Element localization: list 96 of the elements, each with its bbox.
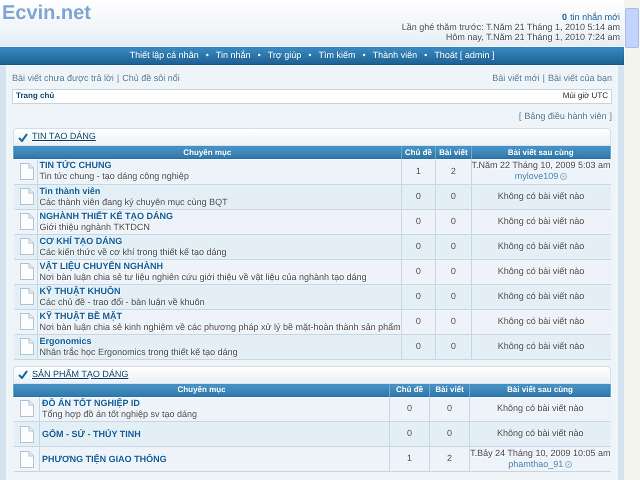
page-icon	[20, 450, 34, 468]
page-icon	[20, 263, 34, 280]
timezone-text: Múi giờ UTC	[562, 90, 608, 102]
view-post-icon[interactable]	[565, 461, 572, 468]
nav-separator: •	[206, 49, 209, 62]
forum-description: Tin tức chung - tạo dáng công nghiệp	[40, 171, 190, 182]
forum-title-link[interactable]: TIN TỨC CHUNG	[40, 160, 401, 172]
forum-title-link[interactable]: Ergonomics	[40, 336, 401, 346]
quick-link[interactable]: Chủ đề sôi nổi	[122, 72, 180, 86]
page-icon	[20, 400, 34, 418]
scrollbar-thumb[interactable]	[625, 8, 639, 48]
forum-title-link[interactable]: KỸ THUẬT BỀ MẶT	[40, 310, 401, 322]
forum-title-link[interactable]: KỸ THUẬT KHUÔN	[40, 286, 401, 296]
no-posts-text: Không có bài viết nào	[498, 190, 584, 201]
author-link[interactable]: phamthao_91	[508, 459, 564, 470]
nav-link[interactable]: Thành viên	[372, 49, 418, 63]
forum-description: Nhân trắc học Ergonomics trong thiết kế tạo dáng	[40, 346, 239, 358]
posts-count: 2	[436, 159, 472, 184]
check-icon	[18, 132, 28, 142]
nav-separator: •	[258, 49, 261, 62]
view-post-icon[interactable]	[560, 173, 568, 180]
posts-count: 2	[430, 446, 470, 472]
no-posts-text: Không có bài viết nào	[498, 216, 584, 226]
page-icon	[20, 338, 34, 355]
no-posts-text: Không có bài viết nào	[498, 340, 584, 351]
nav-separator: •	[424, 49, 428, 62]
last-post-date: T.Bảy 24 Tháng 10, 2009 10:05 am	[470, 448, 610, 459]
page-icon	[20, 162, 34, 180]
forum-title-link[interactable]: GỐM - SỨ - THỦY TINH	[42, 428, 390, 440]
new-messages-link[interactable]: tin nhắn mới	[570, 12, 620, 22]
topics-count: 0	[401, 284, 436, 309]
topics-count: 0	[401, 234, 436, 259]
nav-link[interactable]: Trợ giúp	[268, 49, 302, 63]
no-posts-text: Không có bài viết nào	[498, 290, 584, 301]
forum-description: Các kiến thức về cơ khí trong thiết kế tạo dáng	[40, 246, 228, 258]
page-icon	[20, 238, 34, 255]
forum-title-link[interactable]: ĐỒ ÁN TỐT NGHIỆP ID	[42, 398, 390, 409]
page-icon	[20, 188, 34, 205]
topics-count: 0	[401, 184, 436, 209]
forum-description: Tổng hợp đồ án tốt nghiệp sv tạo dáng	[42, 408, 198, 420]
posts-count: 0	[436, 234, 472, 259]
page-icon	[20, 313, 34, 330]
forum-description: Các thành viên đang ký chuyên mục cùng BQT	[40, 196, 229, 208]
nav-link[interactable]: Thoát [ admin ]	[434, 49, 494, 63]
nav-separator: •	[362, 49, 366, 62]
forum-description: Các chủ đề - trao đổi - bàn luận về khuôn	[40, 296, 206, 308]
author-link[interactable]: mylove109	[514, 171, 558, 182]
page-icon	[20, 426, 34, 442]
topics-count: 0	[401, 259, 436, 284]
forum-title-link[interactable]: VẬT LIỆU CHUYÊN NGHÀNH	[40, 260, 401, 272]
check-icon	[18, 370, 28, 379]
page-icon	[20, 288, 34, 305]
quick-link[interactable]: Bài viết mới	[492, 72, 540, 86]
today-text: Hôm nay, T.Năm 21 Tháng 1, 2010 7:24 am	[446, 32, 620, 42]
posts-count: 0	[436, 309, 472, 334]
page-icon	[20, 213, 34, 230]
forum-description: Nơi bàn luận chia sẻ kinh nghiệm về các phương pháp xử lý bề mặt-hoàn thành sản phẩm	[40, 322, 401, 332]
new-messages-count[interactable]: 0	[562, 12, 568, 22]
quick-link[interactable]: Bài viết chưa được trả lời	[12, 72, 114, 86]
posts-count: 0	[436, 209, 472, 234]
forum-description: Nơi bàn luận chia sẻ tư liệu nghiên cứu giới thiệu về vật liệu của nghành tạo dáng	[40, 272, 368, 282]
forum-description: Giới thiệu nghành TKTDCN	[40, 222, 151, 232]
forum-title-link[interactable]: NGHÀNH THIẾT KẾ TẠO DÁNG	[40, 210, 401, 222]
section-title-link[interactable]: SẢN PHẨM TẠO DÁNG	[32, 368, 128, 382]
no-posts-text: Không có bài viết nào	[498, 266, 584, 276]
topics-count: 0	[401, 334, 436, 359]
posts-count: 0	[436, 284, 472, 309]
forum-title-link[interactable]: CƠ KHÍ TẠO DÁNG	[40, 236, 401, 246]
scrollbar[interactable]	[624, 0, 640, 480]
link-separator: |	[542, 72, 545, 85]
last-visit-text: Lần ghé thăm trước: T.Năm 21 Tháng 1, 2010 5:14 am	[402, 22, 620, 32]
forum-title-link[interactable]: Tin thành viên	[40, 186, 401, 196]
nav-separator: •	[308, 49, 312, 62]
posts-count: 0	[436, 184, 472, 209]
bracket-text: [	[518, 110, 522, 123]
posts-count: 0	[436, 259, 472, 284]
home-link[interactable]: Trang chủ	[16, 90, 54, 102]
topics-count: 0	[401, 309, 436, 334]
section-title-link[interactable]: TIN TẠO DÁNG	[32, 130, 96, 144]
topics-count: 1	[401, 159, 436, 184]
no-posts-text: Không có bài viết nào	[496, 428, 584, 438]
nav-link[interactable]: Thiết lập cá nhân	[130, 49, 199, 63]
no-posts-text: Không có bài viết nào	[498, 316, 584, 326]
topics-count: 1	[390, 446, 430, 472]
bracket-text: ]	[609, 110, 612, 123]
topics-count: 0	[401, 209, 436, 234]
posts-count: 0	[436, 334, 472, 359]
moderator-panel-link[interactable]: Bảng điều hành viên	[524, 110, 606, 123]
last-post-date: T.Năm 22 Tháng 10, 2009 5:03 am	[472, 160, 610, 172]
link-separator: |	[116, 72, 120, 85]
no-posts-text: Không có bài viết nào	[498, 240, 584, 251]
no-posts-text: Không có bài viết nào	[496, 403, 584, 413]
forum-title-link[interactable]: PHƯƠNG TIỆN GIAO THÔNG	[42, 454, 390, 464]
quick-link[interactable]: Bài viết của bạn	[548, 72, 612, 86]
nav-link[interactable]: Tin nhắn	[216, 49, 251, 63]
nav-link[interactable]: Tìm kiếm	[318, 49, 356, 63]
